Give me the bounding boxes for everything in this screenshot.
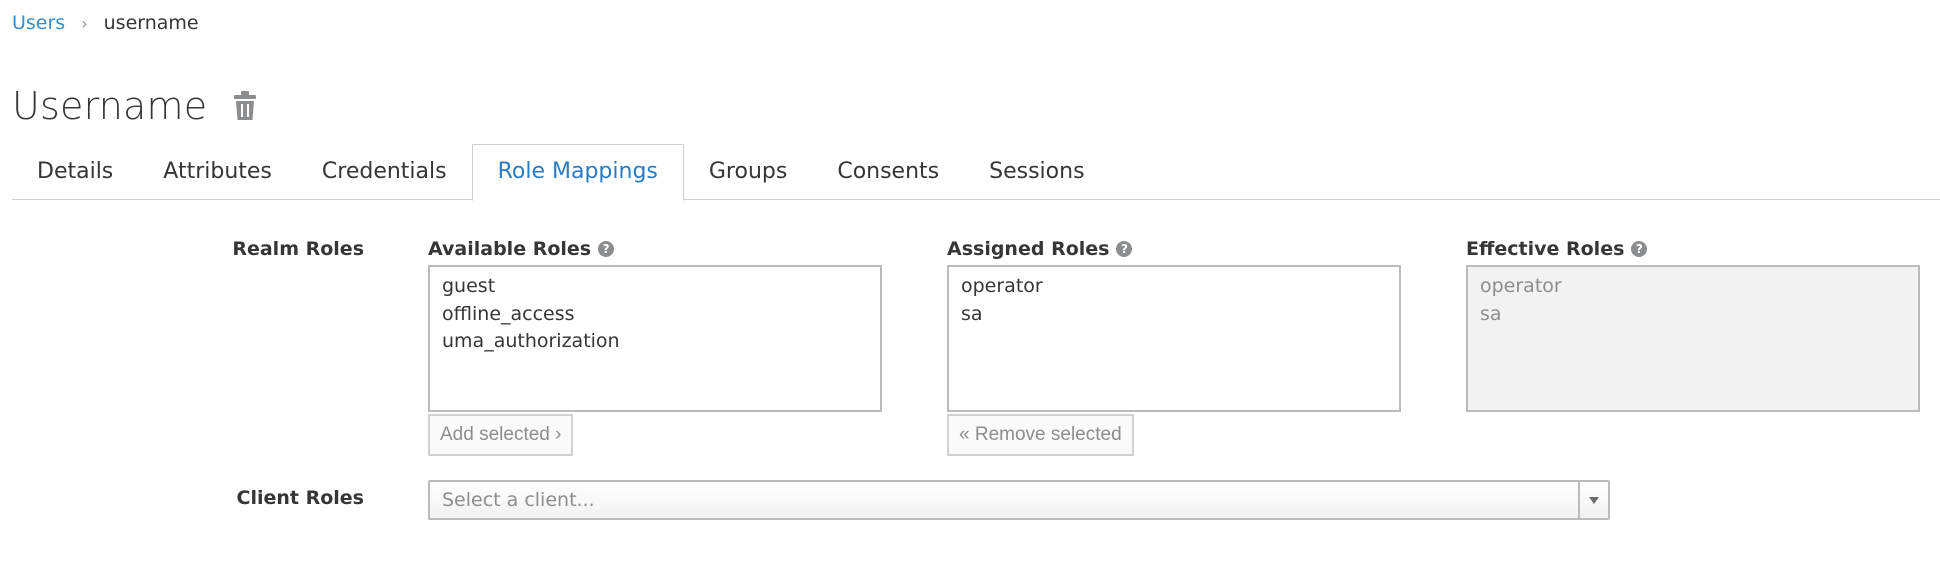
- page-title: Username: [12, 84, 208, 128]
- question-circle-icon[interactable]: ?: [598, 241, 615, 257]
- select-toggle[interactable]: [1578, 482, 1608, 518]
- breadcrumb: Users › username: [12, 12, 199, 34]
- question-circle-icon[interactable]: ?: [1631, 241, 1648, 257]
- tab-attributes[interactable]: Attributes: [138, 144, 297, 200]
- client-roles-label: Client Roles: [236, 487, 364, 509]
- tab-groups[interactable]: Groups: [684, 144, 812, 200]
- list-item[interactable]: operator: [961, 273, 1387, 301]
- list-item: operator: [1480, 275, 1562, 297]
- tab-consents[interactable]: Consents: [812, 144, 964, 200]
- tab-details[interactable]: Details: [12, 144, 138, 200]
- breadcrumb-users-link[interactable]: Users: [12, 12, 65, 34]
- list-item: sa: [1480, 302, 1502, 325]
- tab-credentials[interactable]: Credentials: [297, 144, 472, 200]
- client-select[interactable]: Select a client...: [428, 480, 1610, 520]
- available-roles-label: Available Roles: [428, 238, 592, 260]
- available-roles-header: Available Roles ?: [428, 238, 615, 260]
- remove-selected-button[interactable]: « Remove selected: [947, 414, 1134, 456]
- list-item[interactable]: uma_authorization: [442, 328, 868, 356]
- available-roles-list[interactable]: guest offline_access uma_authorization: [428, 265, 882, 412]
- question-circle-icon[interactable]: ?: [1116, 241, 1133, 257]
- realm-roles-label: Realm Roles: [232, 238, 364, 260]
- chevron-down-icon: [1589, 496, 1599, 504]
- list-item[interactable]: guest: [442, 273, 868, 301]
- breadcrumb-current: username: [103, 12, 199, 34]
- page-header: Username: [12, 84, 257, 128]
- effective-roles-header: Effective Roles ?: [1466, 238, 1648, 260]
- list-item[interactable]: sa: [961, 301, 1387, 329]
- list-item[interactable]: offline_access: [442, 301, 868, 329]
- assigned-roles-header: Assigned Roles ?: [947, 238, 1133, 260]
- tab-sessions[interactable]: Sessions: [964, 144, 1109, 200]
- assigned-roles-list[interactable]: operator sa: [947, 265, 1401, 412]
- tab-role-mappings[interactable]: Role Mappings: [471, 144, 684, 201]
- effective-roles-list: operator sa: [1466, 265, 1920, 412]
- effective-roles-label: Effective Roles: [1466, 238, 1625, 260]
- client-select-placeholder: Select a client...: [442, 489, 595, 511]
- trash-icon[interactable]: [233, 91, 257, 121]
- add-selected-button[interactable]: Add selected ›: [428, 414, 574, 456]
- assigned-roles-label: Assigned Roles: [947, 238, 1110, 260]
- tab-bar: Details Attributes Credentials Role Mapp…: [12, 144, 1940, 201]
- breadcrumb-separator: ›: [81, 13, 88, 33]
